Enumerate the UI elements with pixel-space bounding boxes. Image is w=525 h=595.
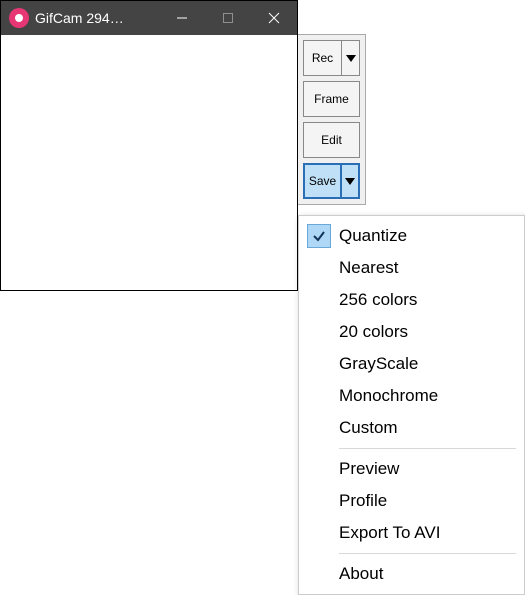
close-button[interactable]: [251, 1, 297, 35]
menu-item[interactable]: GrayScale: [299, 348, 524, 380]
menu-item-label: 20 colors: [339, 322, 524, 342]
menu-item[interactable]: 20 colors: [299, 316, 524, 348]
side-toolbar: Rec Frame Edit Save: [298, 34, 366, 205]
chevron-down-icon: [346, 55, 356, 62]
menu-separator: [339, 448, 516, 449]
edit-button[interactable]: Edit: [303, 122, 360, 158]
menu-item-label: Monochrome: [339, 386, 524, 406]
save-button[interactable]: Save: [303, 163, 360, 199]
menu-item[interactable]: Monochrome: [299, 380, 524, 412]
titlebar[interactable]: GifCam 294…: [1, 1, 297, 35]
frame-button[interactable]: Frame: [303, 81, 360, 117]
menu-item[interactable]: About: [299, 558, 524, 590]
menu-item[interactable]: Nearest: [299, 252, 524, 284]
menu-item[interactable]: Export To AVI: [299, 517, 524, 549]
rec-dropdown-button[interactable]: [341, 41, 359, 75]
capture-area: [1, 35, 297, 290]
rec-label: Rec: [312, 51, 333, 65]
menu-separator: [339, 553, 516, 554]
menu-item[interactable]: Custom: [299, 412, 524, 444]
menu-item-label: 256 colors: [339, 290, 524, 310]
window-title: GifCam 294…: [35, 10, 159, 26]
menu-item[interactable]: 256 colors: [299, 284, 524, 316]
minimize-icon: [176, 12, 188, 24]
menu-item-label: Preview: [339, 459, 524, 479]
app-window: GifCam 294…: [0, 0, 298, 291]
menu-item-label: Nearest: [339, 258, 524, 278]
menu-item-label: GrayScale: [339, 354, 524, 374]
maximize-button[interactable]: [205, 1, 251, 35]
save-dropdown-menu: Quantize Nearest 256 colors 20 colors GraySc…: [298, 215, 525, 595]
menu-item[interactable]: Preview: [299, 453, 524, 485]
check-icon: [307, 224, 331, 248]
minimize-button[interactable]: [159, 1, 205, 35]
menu-item[interactable]: Quantize: [299, 220, 524, 252]
menu-item-label: About: [339, 564, 524, 584]
menu-item-label: Custom: [339, 418, 524, 438]
window-controls: [159, 1, 297, 35]
app-icon: [9, 8, 29, 28]
menu-item-label: Quantize: [339, 226, 524, 246]
edit-label: Edit: [321, 133, 342, 147]
rec-button[interactable]: Rec: [303, 40, 360, 76]
frame-label: Frame: [314, 92, 349, 106]
save-label: Save: [309, 174, 336, 188]
close-icon: [268, 12, 280, 24]
save-dropdown-button[interactable]: [340, 165, 358, 197]
menu-item[interactable]: Profile: [299, 485, 524, 517]
menu-item-label: Export To AVI: [339, 523, 524, 543]
maximize-icon: [222, 12, 234, 24]
menu-item-label: Profile: [339, 491, 524, 511]
menu-check-slot: [299, 224, 339, 248]
chevron-down-icon: [345, 178, 355, 185]
